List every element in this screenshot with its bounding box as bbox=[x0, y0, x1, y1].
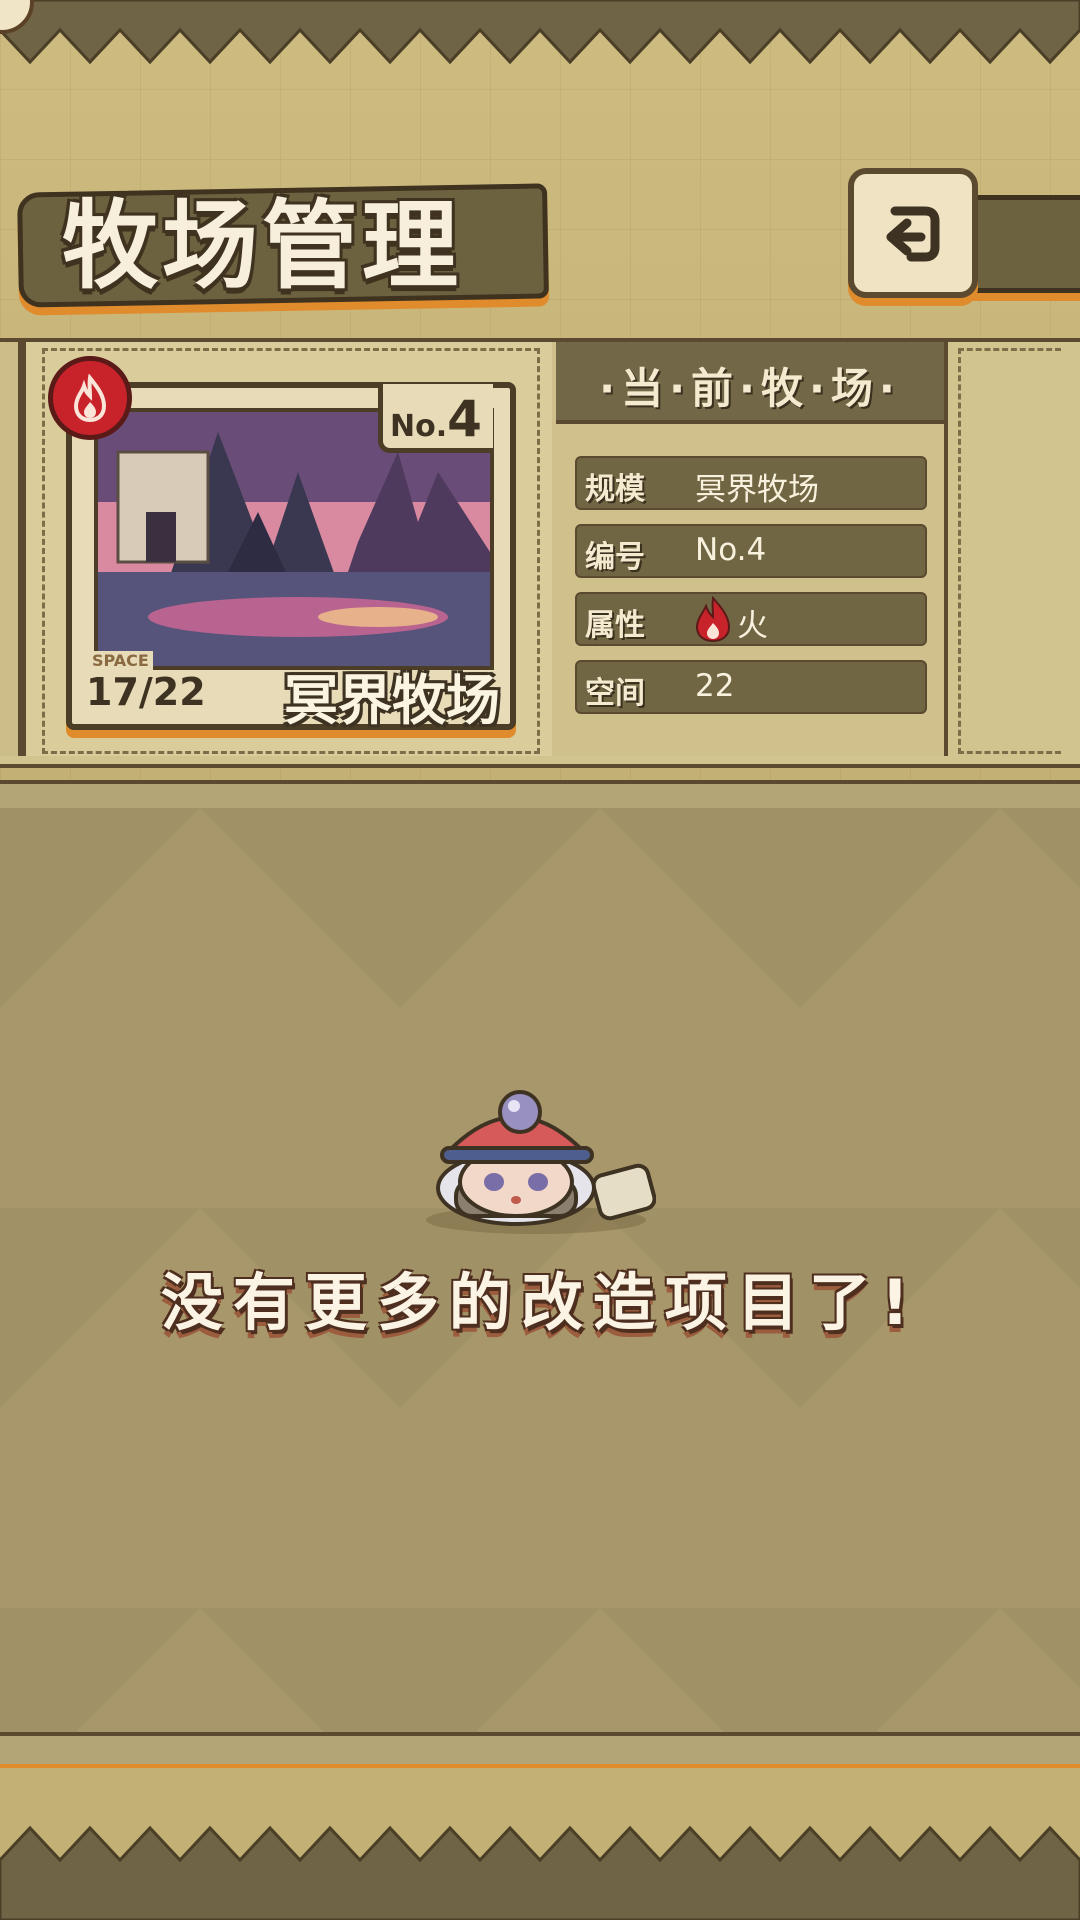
sleeping-mascot-image bbox=[426, 1090, 656, 1234]
info-row-space: 空间 22 bbox=[575, 660, 927, 714]
return-arrow-icon bbox=[886, 206, 940, 262]
page-title: 牧场管理 bbox=[62, 190, 462, 302]
info-value: 冥界牧场 bbox=[695, 472, 819, 508]
space-label: SPACE bbox=[88, 651, 153, 670]
fire-icon bbox=[73, 374, 107, 422]
space-value: 17/22 bbox=[86, 670, 206, 714]
bottom-separator bbox=[0, 1732, 1080, 1772]
farm-name: 冥界牧场 bbox=[284, 669, 500, 732]
bottom-zigzag-border bbox=[0, 1825, 1080, 1920]
farm-card[interactable]: No.4 SPACE 17/22 冥界牧场 bbox=[66, 382, 516, 732]
info-row-attribute: 属性 火 bbox=[575, 592, 927, 646]
left-edge-panel bbox=[0, 342, 22, 756]
right-edge-panel bbox=[944, 342, 1080, 756]
number-value: 4 bbox=[447, 390, 482, 448]
info-row-number: 编号 No.4 bbox=[575, 524, 927, 578]
right-edge-dashed-border bbox=[958, 348, 1061, 754]
info-key: 编号 bbox=[585, 540, 645, 575]
info-key: 空间 bbox=[585, 676, 645, 711]
back-button[interactable] bbox=[848, 168, 978, 298]
number-prefix: No. bbox=[390, 409, 448, 444]
info-value: 火 bbox=[737, 608, 768, 644]
info-key: 规模 bbox=[585, 472, 645, 507]
current-farm-title: ·当·前·牧·场· bbox=[599, 364, 901, 413]
empty-state-message: 没有更多的改造项目了! bbox=[160, 1266, 920, 1339]
farm-number: No.4 bbox=[390, 390, 482, 448]
top-zigzag-border bbox=[0, 0, 1080, 65]
info-row-scale: 规模 冥界牧场 bbox=[575, 456, 927, 510]
fire-icon bbox=[695, 596, 731, 642]
info-key: 属性 bbox=[585, 608, 645, 643]
info-value: 22 bbox=[695, 668, 735, 704]
fire-element-badge bbox=[48, 356, 132, 440]
info-value: No.4 bbox=[695, 532, 767, 568]
